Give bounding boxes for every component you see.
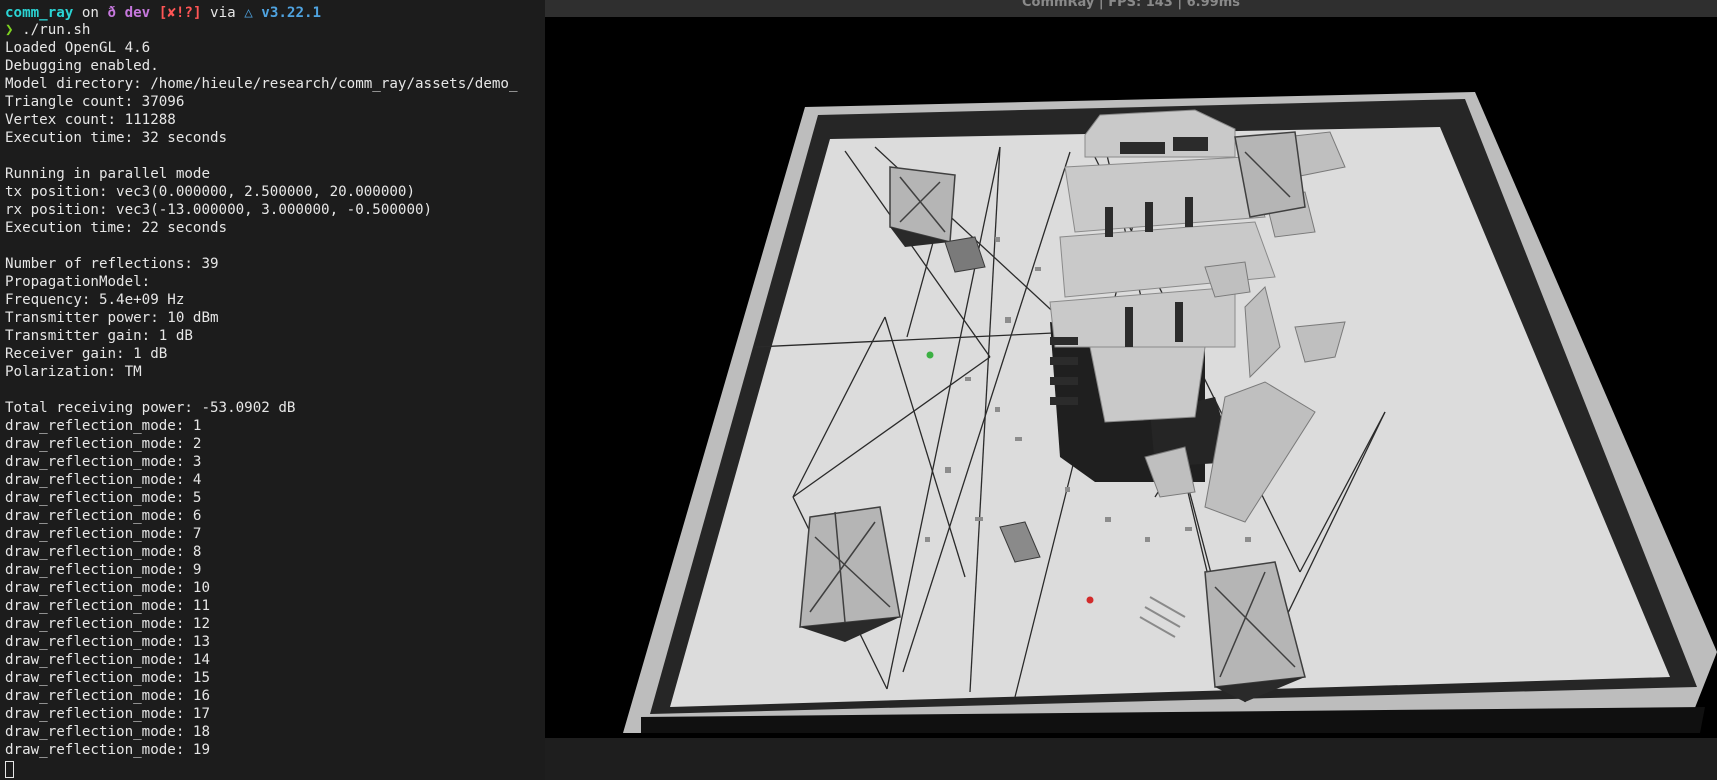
3d-viewport[interactable] [545, 17, 1717, 738]
output-line: draw_reflection_mode: 10 [5, 580, 210, 596]
output-line: draw_reflection_mode: 18 [5, 724, 210, 740]
output-line: Transmitter power: 10 dBm [5, 310, 219, 326]
terminal-cursor [5, 761, 14, 778]
output-line: draw_reflection_mode: 12 [5, 616, 210, 632]
window-title: CommRay | FPS: 143 | 6.99ms [1021, 0, 1240, 10]
prompt-on-text: on [73, 5, 108, 21]
output-line: Total receiving power: -53.0902 dB [5, 400, 296, 416]
prompt-git-branch: ð dev [107, 5, 151, 21]
output-line: draw_reflection_mode: 1 [5, 418, 202, 434]
output-line: Triangle count: 37096 [5, 94, 185, 110]
output-line: Vertex count: 111288 [5, 112, 176, 128]
prompt-cmake-version: △ v3.22.1 [244, 5, 322, 21]
output-line: Loaded OpenGL 4.6 [5, 40, 151, 56]
output-line: draw_reflection_mode: 3 [5, 454, 202, 470]
output-line: draw_reflection_mode: 19 [5, 742, 210, 758]
output-line: draw_reflection_mode: 9 [5, 562, 202, 578]
output-line: draw_reflection_mode: 15 [5, 670, 210, 686]
command-line: ❯ ./run.sh [5, 21, 544, 39]
output-line: tx position: vec3(0.000000, 2.500000, 20… [5, 184, 415, 200]
output-line: draw_reflection_mode: 6 [5, 508, 202, 524]
output-line: Running in parallel mode [5, 166, 210, 182]
output-line: draw_reflection_mode: 4 [5, 472, 202, 488]
window-title-bar[interactable]: CommRay | FPS: 143 | 6.99ms [545, 0, 1717, 17]
shell-prompt: comm_ray on ð dev [✘!?] via △ v3.22.1 [5, 4, 544, 22]
output-line: Execution time: 22 seconds [5, 220, 228, 236]
output-line: draw_reflection_mode: 11 [5, 598, 210, 614]
output-line: draw_reflection_mode: 13 [5, 634, 210, 650]
prompt-git-status: [✘!?] [158, 5, 202, 21]
render-window[interactable]: CommRay | FPS: 143 | 6.99ms [545, 0, 1717, 738]
prompt-directory: comm_ray [5, 5, 74, 21]
output-line: rx position: vec3(-13.000000, 3.000000, … [5, 202, 433, 218]
output-line: Transmitter gain: 1 dB [5, 328, 193, 344]
output-line: draw_reflection_mode: 7 [5, 526, 202, 542]
output-line: PropagationModel: [5, 274, 151, 290]
output-line: draw_reflection_mode: 5 [5, 490, 202, 506]
output-line: Model directory: /home/hieule/research/c… [5, 76, 518, 92]
output-line: Execution time: 32 seconds [5, 130, 228, 146]
command-text: ./run.sh [13, 22, 91, 38]
output-line: draw_reflection_mode: 14 [5, 652, 210, 668]
output-line: draw_reflection_mode: 17 [5, 706, 210, 722]
output-line: draw_reflection_mode: 8 [5, 544, 202, 560]
output-line: Receiver gain: 1 dB [5, 346, 168, 362]
receiver-marker [1086, 596, 1094, 604]
terminal-window[interactable]: comm_ray on ð dev [✘!?] via △ v3.22.1 ❯ … [0, 0, 544, 780]
output-line: Number of reflections: 39 [5, 256, 219, 272]
prompt-arrow-icon: ❯ [5, 22, 14, 38]
output-line: Frequency: 5.4e+09 Hz [5, 292, 185, 308]
output-line: Debugging enabled. [5, 58, 159, 74]
prompt-via-text: via [201, 5, 245, 21]
output-line: draw_reflection_mode: 2 [5, 436, 202, 452]
output-line: Polarization: TM [5, 364, 142, 380]
output-line: draw_reflection_mode: 16 [5, 688, 210, 704]
transmitter-marker [926, 351, 934, 359]
desktop-background [545, 738, 1717, 780]
